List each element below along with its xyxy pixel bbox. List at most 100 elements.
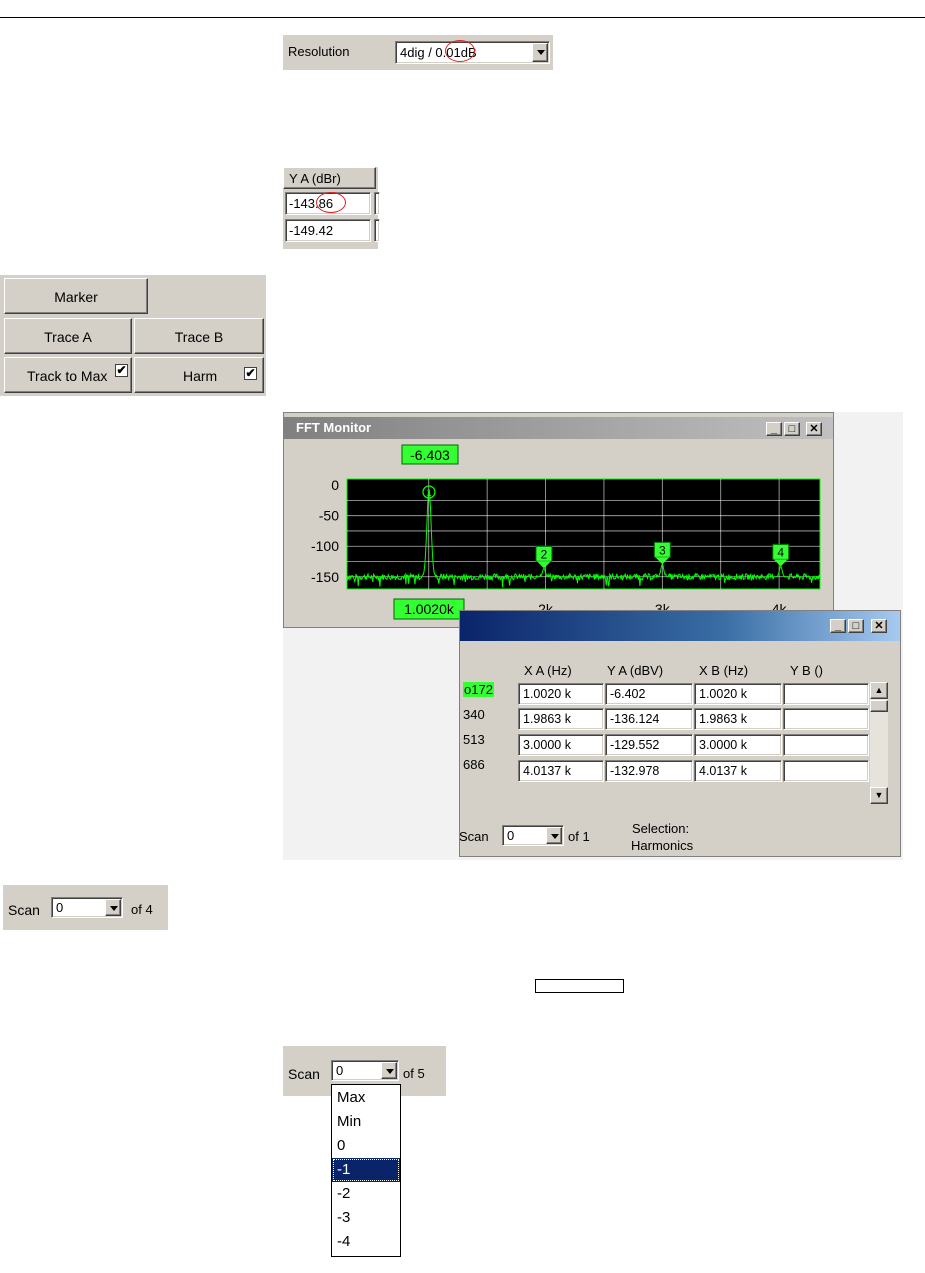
- table-scrollbar[interactable]: ▲ ▼: [870, 682, 888, 804]
- y-tick-label: -100: [311, 538, 339, 554]
- scan5-select[interactable]: 0: [331, 1060, 399, 1081]
- highlight-circle-icon: [316, 192, 346, 213]
- scroll-up-icon[interactable]: ▲: [870, 682, 888, 699]
- harmonic-marker-label: 3: [659, 543, 666, 557]
- harm-button[interactable]: Harm ✔: [134, 357, 264, 393]
- dropdown-option[interactable]: -1: [332, 1158, 400, 1182]
- scroll-thumb[interactable]: [870, 700, 888, 712]
- table-cell[interactable]: -6.402: [605, 683, 693, 705]
- empty-box: [535, 979, 624, 993]
- harmonics-window: _ □ ✕ X A (Hz) Y A (dBV) X B (Hz) Y B ()…: [459, 610, 901, 857]
- table-cell[interactable]: 4.0137 k: [694, 760, 782, 782]
- ya-next-field-2: [374, 219, 380, 242]
- scan5-dropdown-list: Max Min 0 -1 -2 -3 -4: [331, 1084, 401, 1257]
- col-header-yb: Y B (): [790, 663, 823, 678]
- selection-label: Selection:: [632, 821, 690, 836]
- fft-window-title: FFT Monitor: [296, 420, 372, 435]
- scan5-of: of 5: [403, 1066, 425, 1081]
- maximize-icon[interactable]: □: [784, 422, 800, 436]
- table-cell[interactable]: [783, 708, 869, 730]
- scan5-label: Scan: [288, 1066, 320, 1082]
- table-cell[interactable]: [783, 734, 869, 756]
- table-cell[interactable]: -132.978: [605, 760, 693, 782]
- harm-label: Harm: [183, 368, 218, 384]
- harm-checkbox[interactable]: ✔: [244, 367, 257, 380]
- table-cell[interactable]: 1.0020 k: [694, 683, 782, 705]
- ya-column-snippet: Y A (dBr) -143.86 -149.42: [283, 167, 380, 249]
- chevron-down-icon[interactable]: [532, 43, 548, 62]
- table-cell[interactable]: -136.124: [605, 708, 693, 730]
- ya-column-header-label: Y A (dBr): [289, 171, 341, 186]
- table-cell[interactable]: 1.0020 k: [518, 683, 604, 705]
- table-cell[interactable]: 1.9863 k: [518, 708, 604, 730]
- marker-button[interactable]: Marker: [4, 278, 148, 314]
- scan4-value: 0: [56, 900, 64, 915]
- track-to-max-checkbox[interactable]: ✔: [115, 364, 128, 377]
- minimize-icon[interactable]: _: [766, 422, 782, 436]
- track-to-max-label: Track to Max: [27, 368, 108, 384]
- fft-monitor-window: FFT Monitor _ □ ✕ 0 -50 -100 -150 2k 3k 4k -6.4…: [283, 412, 834, 628]
- y-tick-label: -50: [319, 508, 339, 524]
- close-icon[interactable]: ✕: [871, 619, 887, 633]
- scroll-down-icon[interactable]: ▼: [870, 787, 888, 804]
- marker-value: -6.403: [410, 447, 450, 463]
- chevron-down-icon[interactable]: [105, 899, 121, 916]
- minimize-icon[interactable]: _: [830, 619, 846, 633]
- dropdown-option[interactable]: Min: [332, 1110, 400, 1134]
- row-index: 340: [463, 707, 485, 722]
- page-top-rule: [0, 17, 925, 18]
- harmonic-marker-label: 2: [541, 547, 548, 561]
- table-cell[interactable]: -129.552: [605, 734, 693, 756]
- chevron-down-icon[interactable]: [381, 1062, 397, 1079]
- scan4-of: of 4: [131, 902, 153, 917]
- table-cell[interactable]: [783, 760, 869, 782]
- scan-select-value: 0: [507, 828, 515, 843]
- fft-screenshot: FFT Monitor _ □ ✕ 0 -50 -100 -150 2k 3k 4k -6.4…: [283, 412, 903, 860]
- y-tick-label: -150: [311, 569, 339, 585]
- selection-value: Harmonics: [631, 838, 694, 853]
- col-header-xa: X A (Hz): [524, 663, 572, 678]
- fft-spectrum-chart: 0-50-100-1502k 3k 4k-6.4031.0020k12 3 4: [311, 444, 821, 620]
- plot-area: [346, 478, 821, 590]
- harmonic-marker-label: 4: [777, 545, 784, 559]
- scan4-select[interactable]: 0: [51, 897, 123, 918]
- ya-column-header: Y A (dBr): [283, 167, 376, 189]
- harmonic-marker-label: 1: [426, 488, 432, 499]
- dropdown-option[interactable]: 0: [332, 1134, 400, 1158]
- col-header-ya: Y A (dBV): [607, 663, 664, 678]
- harmonics-title-bar[interactable]: _ □ ✕: [460, 611, 900, 641]
- row-index: 513: [463, 732, 485, 747]
- table-cell[interactable]: [783, 683, 869, 705]
- dropdown-option[interactable]: -2: [332, 1182, 400, 1206]
- table-cell[interactable]: 3.0000 k: [518, 734, 604, 756]
- ya-value-field-2[interactable]: -149.42: [285, 219, 371, 242]
- marker-panel: Marker Trace A Trace B Track to Max ✔ Ha…: [0, 275, 266, 396]
- scan5-value: 0: [336, 1063, 344, 1078]
- trace-b-button[interactable]: Trace B: [134, 318, 264, 354]
- table-cell[interactable]: 1.9863 k: [694, 708, 782, 730]
- dropdown-option[interactable]: -3: [332, 1206, 400, 1230]
- row-index: 686: [463, 757, 485, 772]
- scan-of: of 1: [568, 829, 590, 844]
- dropdown-option[interactable]: -4: [332, 1230, 400, 1254]
- maximize-icon[interactable]: □: [848, 619, 864, 633]
- table-cell[interactable]: 4.0137 k: [518, 760, 604, 782]
- scan4-row: Scan 0 of 4: [3, 885, 168, 930]
- scan4-label: Scan: [8, 902, 40, 918]
- table-cell[interactable]: 3.0000 k: [694, 734, 782, 756]
- scan-select[interactable]: 0: [502, 825, 564, 846]
- close-icon[interactable]: ✕: [806, 422, 822, 436]
- col-header-xb: X B (Hz): [699, 663, 749, 678]
- track-to-max-button[interactable]: Track to Max ✔: [4, 357, 132, 393]
- trace-a-button[interactable]: Trace A: [4, 318, 132, 354]
- ya-next-field-1: [374, 192, 380, 215]
- dropdown-option[interactable]: Max: [332, 1086, 400, 1110]
- ya-value-2: -149.42: [289, 223, 334, 238]
- scan-label: Scan: [459, 829, 489, 844]
- fft-title-bar[interactable]: FFT Monitor _ □ ✕: [284, 417, 833, 439]
- chevron-down-icon[interactable]: [546, 827, 562, 844]
- row-index: o172: [463, 682, 494, 697]
- y-tick-label: 0: [331, 477, 339, 493]
- resolution-row: Resolution 4dig / 0.01dB: [283, 35, 553, 70]
- highlight-circle-icon: [445, 40, 475, 62]
